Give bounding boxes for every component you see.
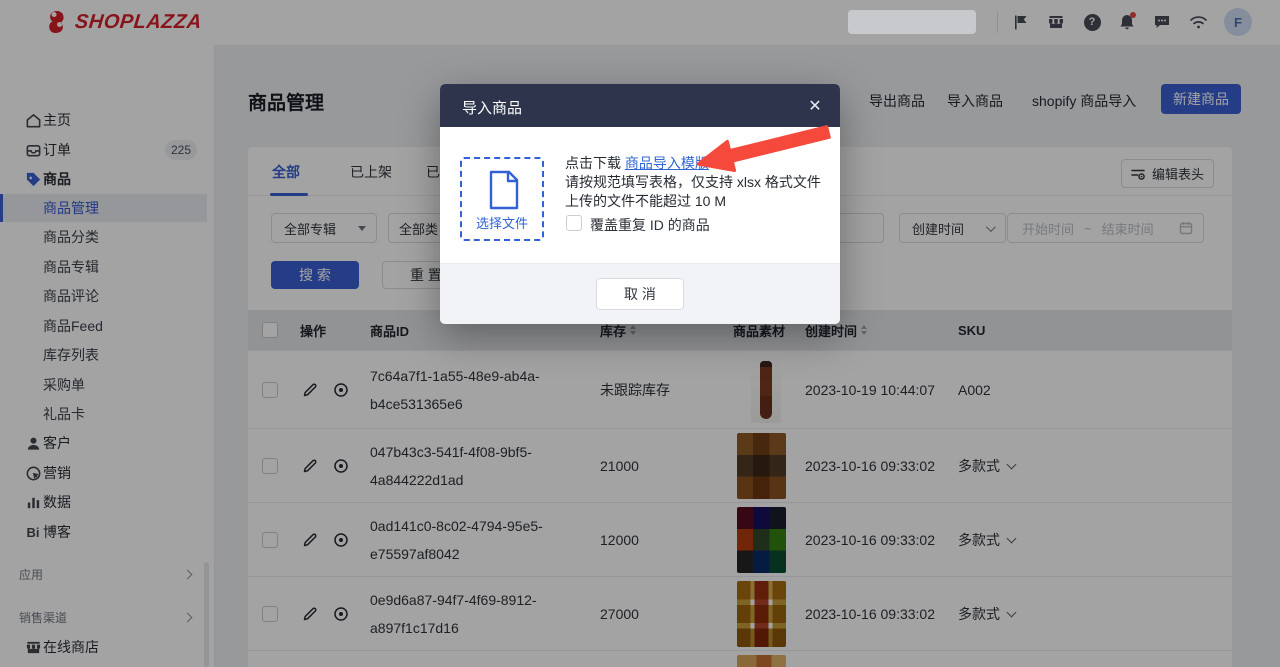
size-note: 上传的文件不能超过 10 M [565, 191, 726, 211]
document-icon [488, 170, 520, 210]
annotation-arrow [690, 118, 835, 178]
overwrite-checkbox[interactable] [566, 215, 582, 231]
close-icon[interactable]: ✕ [804, 95, 826, 117]
redacted-store-name [848, 10, 976, 34]
modal-title: 导入商品 [462, 97, 522, 118]
modal-footer: 取 消 [440, 263, 840, 324]
file-picker[interactable]: 选择文件 [460, 157, 544, 241]
download-template-line: 点击下载 商品导入模版 [565, 153, 709, 173]
cancel-button[interactable]: 取 消 [596, 278, 684, 310]
overwrite-checkbox-label: 覆盖重复 ID 的商品 [590, 215, 710, 235]
choose-file-label: 选择文件 [462, 213, 542, 232]
app-window: SHOPLAZZA ? F 主页 订单 225 [0, 0, 1280, 667]
